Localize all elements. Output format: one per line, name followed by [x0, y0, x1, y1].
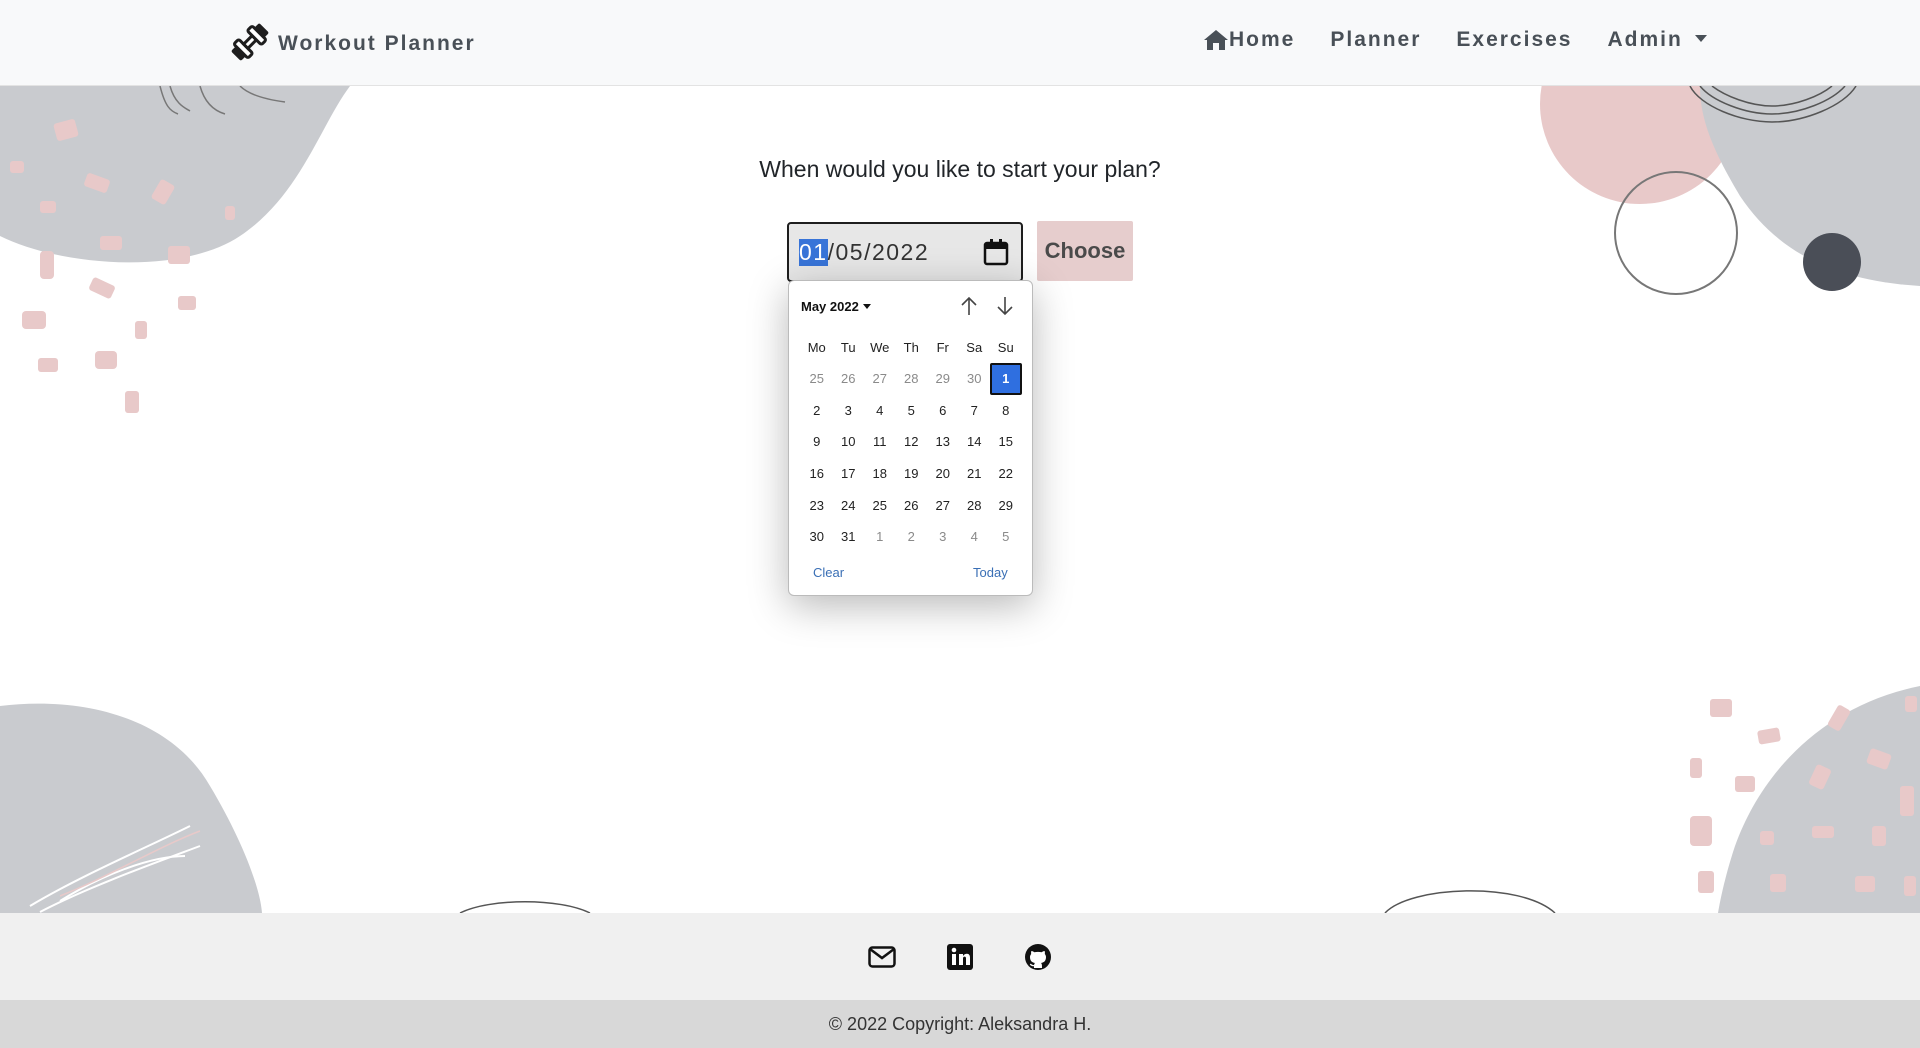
day-cell[interactable]: 11 — [864, 426, 896, 458]
day-cell[interactable]: 7 — [959, 395, 991, 427]
weekday-label: Th — [903, 339, 919, 355]
day-cell[interactable]: 25 — [801, 363, 833, 395]
brand-text: Workout Planner — [278, 32, 476, 55]
day-cell[interactable]: 16 — [801, 458, 833, 490]
weekday-label: Tu — [840, 339, 856, 355]
day-cell[interactable]: 28 — [896, 363, 928, 395]
day-cell[interactable]: 9 — [801, 426, 833, 458]
weekday-label: Sa — [966, 339, 983, 355]
day-cell[interactable]: 3 — [833, 395, 865, 427]
choose-button[interactable]: Choose — [1037, 221, 1133, 281]
day-cell[interactable]: 27 — [864, 363, 896, 395]
brand-link[interactable]: Workout Planner — [228, 18, 476, 66]
weekday-label: Mo — [807, 339, 826, 355]
day-cell[interactable]: 25 — [864, 489, 896, 521]
dumbbell-icon — [228, 20, 272, 64]
start-date-question: When would you like to start your plan? — [759, 156, 1161, 182]
day-cell[interactable]: 13 — [927, 426, 959, 458]
nav-home-label: Home — [1229, 28, 1296, 51]
day-cell[interactable]: 17 — [833, 458, 865, 490]
day-cell[interactable]: 28 — [959, 489, 991, 521]
arrow-down-icon — [997, 297, 1013, 316]
main-content: When would you like to start your plan? … — [0, 86, 1920, 913]
day-cell-selected[interactable]: 1 — [990, 363, 1022, 395]
month-year-label: May 2022 — [801, 298, 859, 314]
day-cell[interactable]: 29 — [990, 489, 1022, 521]
day-cell[interactable]: 2 — [801, 395, 833, 427]
day-cell[interactable]: 24 — [833, 489, 865, 521]
navbar: Workout Planner Home Planner Exercises A… — [0, 0, 1920, 86]
start-date-input[interactable]: 01 /05/2022 — [787, 222, 1023, 282]
day-cell[interactable]: 22 — [990, 458, 1022, 490]
day-cell[interactable]: 19 — [896, 458, 928, 490]
nav-home[interactable]: Home — [1203, 28, 1295, 52]
day-cell[interactable]: 20 — [927, 458, 959, 490]
nav-exercises[interactable]: Exercises — [1456, 28, 1572, 52]
footer-social-links — [0, 913, 1920, 1000]
day-cell[interactable]: 5 — [896, 395, 928, 427]
day-cell[interactable]: 26 — [833, 363, 865, 395]
day-cell[interactable]: 26 — [896, 489, 928, 521]
day-cell[interactable]: 27 — [927, 489, 959, 521]
day-cell[interactable]: 10 — [833, 426, 865, 458]
linkedin-icon[interactable] — [946, 943, 974, 971]
day-cell[interactable]: 1 — [864, 521, 896, 553]
day-cell[interactable]: 14 — [959, 426, 991, 458]
day-cell[interactable]: 31 — [833, 521, 865, 553]
home-icon — [1204, 30, 1228, 50]
weekday-header: Mo Tu We Th Fr Sa Su — [801, 335, 1023, 367]
month-year-selector[interactable]: May 2022 — [801, 295, 871, 317]
datepicker-popup: May 2022 Mo Tu We Th Fr Sa Su 25 26 27 28 29 30 1 2 3 4… — [788, 280, 1033, 596]
weekday-label: We — [870, 339, 890, 355]
day-cell[interactable]: 30 — [801, 521, 833, 553]
weekday-label: Su — [997, 339, 1014, 355]
day-cell[interactable]: 21 — [959, 458, 991, 490]
chevron-down-icon — [1694, 34, 1707, 42]
today-button[interactable]: Today — [973, 565, 1008, 580]
day-cell[interactable]: 6 — [927, 395, 959, 427]
day-cell[interactable]: 5 — [990, 521, 1022, 553]
days-grid: 25 26 27 28 29 30 1 2 3 4 5 6 7 8 9 10 11 12 13 14 15 16 17 18 1… — [801, 363, 1023, 553]
weekday-label: Fr — [936, 339, 949, 355]
datepicker-footer: Clear Today — [789, 565, 1034, 585]
nav-admin-label: Admin — [1607, 28, 1683, 51]
day-cell[interactable]: 2 — [896, 521, 928, 553]
envelope-icon[interactable] — [868, 943, 896, 971]
calendar-icon[interactable] — [983, 238, 1009, 266]
caret-down-icon — [862, 303, 871, 309]
github-icon[interactable] — [1024, 943, 1052, 971]
day-cell[interactable]: 4 — [959, 521, 991, 553]
copyright-text: © 2022 Copyright: Aleksandra H. — [0, 1000, 1920, 1048]
day-cell[interactable]: 8 — [990, 395, 1022, 427]
next-month-button[interactable] — [993, 293, 1017, 319]
day-cell[interactable]: 15 — [990, 426, 1022, 458]
nav-admin-dropdown[interactable]: Admin — [1607, 28, 1707, 52]
day-cell[interactable]: 3 — [927, 521, 959, 553]
day-cell[interactable]: 29 — [927, 363, 959, 395]
clear-button[interactable]: Clear — [813, 565, 844, 580]
date-month-year-segment[interactable]: /05/2022 — [828, 239, 930, 266]
day-cell[interactable]: 23 — [801, 489, 833, 521]
nav-links: Home Planner Exercises Admin — [1203, 22, 1742, 58]
previous-month-button[interactable] — [957, 293, 981, 319]
nav-planner[interactable]: Planner — [1330, 28, 1421, 52]
day-cell[interactable]: 30 — [959, 363, 991, 395]
day-cell[interactable]: 12 — [896, 426, 928, 458]
arrow-up-icon — [961, 296, 977, 315]
date-day-segment[interactable]: 01 — [799, 238, 828, 266]
day-cell[interactable]: 4 — [864, 395, 896, 427]
day-cell[interactable]: 18 — [864, 458, 896, 490]
